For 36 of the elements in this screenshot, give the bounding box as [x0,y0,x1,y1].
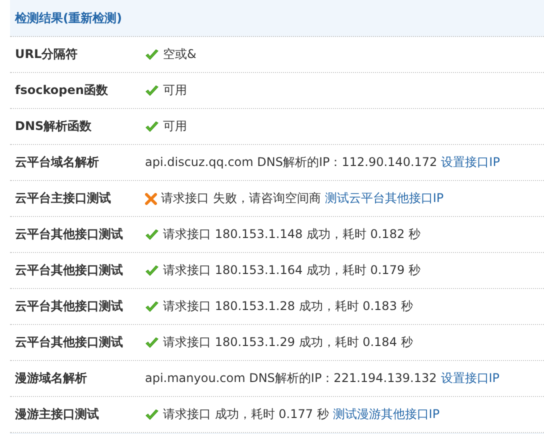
row-value: 空或& [163,46,196,63]
row-value: 请求接口 失败，请咨询空间商 [161,190,321,207]
row-value: 请求接口 180.153.1.164 成功，耗时 0.179 秒 [163,262,420,279]
action-link[interactable]: 设置接口IP [440,370,500,387]
row-label: fsockopen函数 [14,82,109,99]
row-label: 云平台其他接口测试 [14,226,124,243]
action-link[interactable]: 设置接口IP [441,154,500,171]
row-label: 漫游域名解析 [14,370,88,387]
row-label: 云平台主接口测试 [14,190,112,207]
row-value: 请求接口 180.153.1.148 成功，耗时 0.182 秒 [163,226,420,243]
row-label: 云平台其他接口测试 [14,262,124,279]
row-label: 云平台其他接口测试 [14,334,124,351]
action-link[interactable]: 测试漫游其他接口IP [332,406,440,423]
row-label: 漫游主接口测试 [14,406,100,423]
check-icon [145,408,159,420]
row-value: 可用 [163,82,187,99]
row-label: URL分隔符 [14,46,79,63]
check-icon [145,84,159,96]
row-value: api.discuz.qq.com DNS解析的IP：112.90.140.172 [145,154,438,171]
action-link[interactable]: 测试云平台其他接口IP [324,190,444,207]
row-value: 请求接口 180.153.1.28 成功，耗时 0.183 秒 [163,298,413,315]
row-value: 请求接口 成功，耗时 0.177 秒 [163,406,329,423]
row-value: 可用 [163,118,187,135]
section-title: 检测结果(重新检测) [15,10,122,26]
check-icon [145,120,159,132]
row-value: api.manyou.com DNS解析的IP：221.194.139.132 [145,370,437,387]
check-icon [145,336,159,348]
check-icon [145,48,159,60]
check-icon [145,264,159,276]
check-icon [145,300,159,312]
row-label: DNS解析函数 [14,118,93,135]
check-icon [145,228,159,240]
row-label: 云平台域名解析 [14,154,100,171]
cross-icon [145,192,157,204]
row-label: 云平台其他接口测试 [14,298,124,315]
row-value: 请求接口 180.153.1.29 成功，耗时 0.184 秒 [163,334,413,351]
